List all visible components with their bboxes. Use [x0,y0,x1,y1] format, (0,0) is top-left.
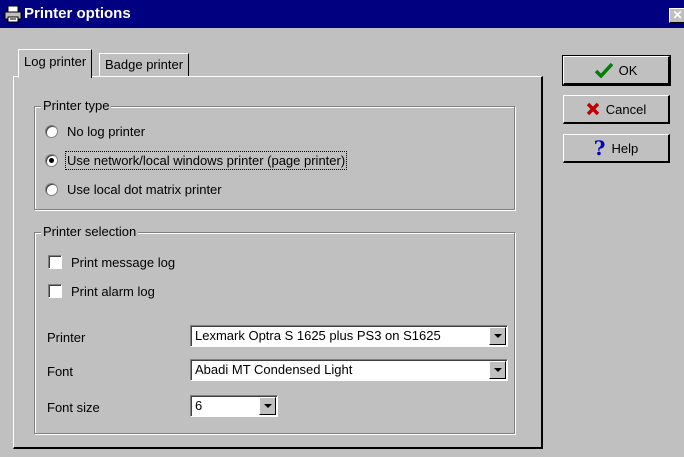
checkbox[interactable] [48,284,62,298]
help-button[interactable]: ? Help [563,134,670,163]
radio-button-selected[interactable] [45,153,58,167]
font-size-select[interactable]: 6 [190,395,278,417]
radio-label: Use local dot matrix printer [67,181,222,197]
help-label: Help [611,140,639,156]
radio-page-printer[interactable]: Use network/local windows printer (page … [45,150,348,170]
font-select[interactable]: Abadi MT Condensed Light [190,359,508,381]
font-size-value: 6 [195,398,203,413]
question-mark-icon: ? [593,136,606,160]
font-value: Abadi MT Condensed Light [195,362,353,377]
radio-button[interactable] [45,124,58,138]
printer-select[interactable]: Lexmark Optra S 1625 plus PS3 on S1625 [190,325,508,347]
close-icon: ✕ [672,8,683,22]
checkbox[interactable] [48,255,62,269]
printer-selection-title: Printer selection [41,224,139,240]
window-title: Printer options [24,5,131,22]
checkmark-icon [594,62,613,78]
log-printer-panel: Printer type No log printer Use network/… [13,76,543,449]
radio-button[interactable] [45,182,58,196]
printer-icon [4,5,22,23]
ok-button[interactable]: OK [562,55,671,86]
printer-options-dialog: Printer options ✕ Log printer Badge prin… [0,0,684,457]
printer-value: Lexmark Optra S 1625 plus PS3 on S1625 [195,328,441,343]
cancel-label: Cancel [605,101,647,117]
check-print-alarm-log[interactable]: Print alarm log [48,281,155,301]
font-label: Font [47,364,74,379]
printer-selection-group: Printer selection Print message log Prin… [34,224,515,434]
cancel-button[interactable]: Cancel [563,95,670,124]
tab-log-printer-label: Log printer [24,54,87,69]
chevron-down-icon[interactable] [489,327,506,345]
chevron-down-icon[interactable] [259,397,276,415]
red-x-icon [586,102,600,116]
checkbox-label: Print alarm log [71,283,155,299]
tab-badge-printer-label: Badge printer [105,57,184,72]
ok-label: OK [618,62,638,78]
printer-type-group: Printer type No log printer Use network/… [34,98,515,210]
tab-log-printer[interactable]: Log printer [18,49,93,78]
check-print-message-log[interactable]: Print message log [48,252,175,272]
close-button[interactable]: ✕ [669,8,684,23]
tab-badge-printer[interactable]: Badge printer [99,53,190,77]
printer-label: Printer [47,330,86,345]
printer-type-title: Printer type [41,98,112,114]
radio-dot-matrix-printer[interactable]: Use local dot matrix printer [45,179,222,199]
checkbox-label: Print message log [71,254,176,270]
radio-label: No log printer [67,123,146,139]
chevron-down-icon[interactable] [489,361,506,379]
radio-label: Use network/local windows printer (page … [64,150,348,170]
title-bar[interactable]: Printer options ✕ [0,0,684,28]
radio-no-log-printer[interactable]: No log printer [45,121,145,141]
font-size-label: Font size [47,400,100,415]
